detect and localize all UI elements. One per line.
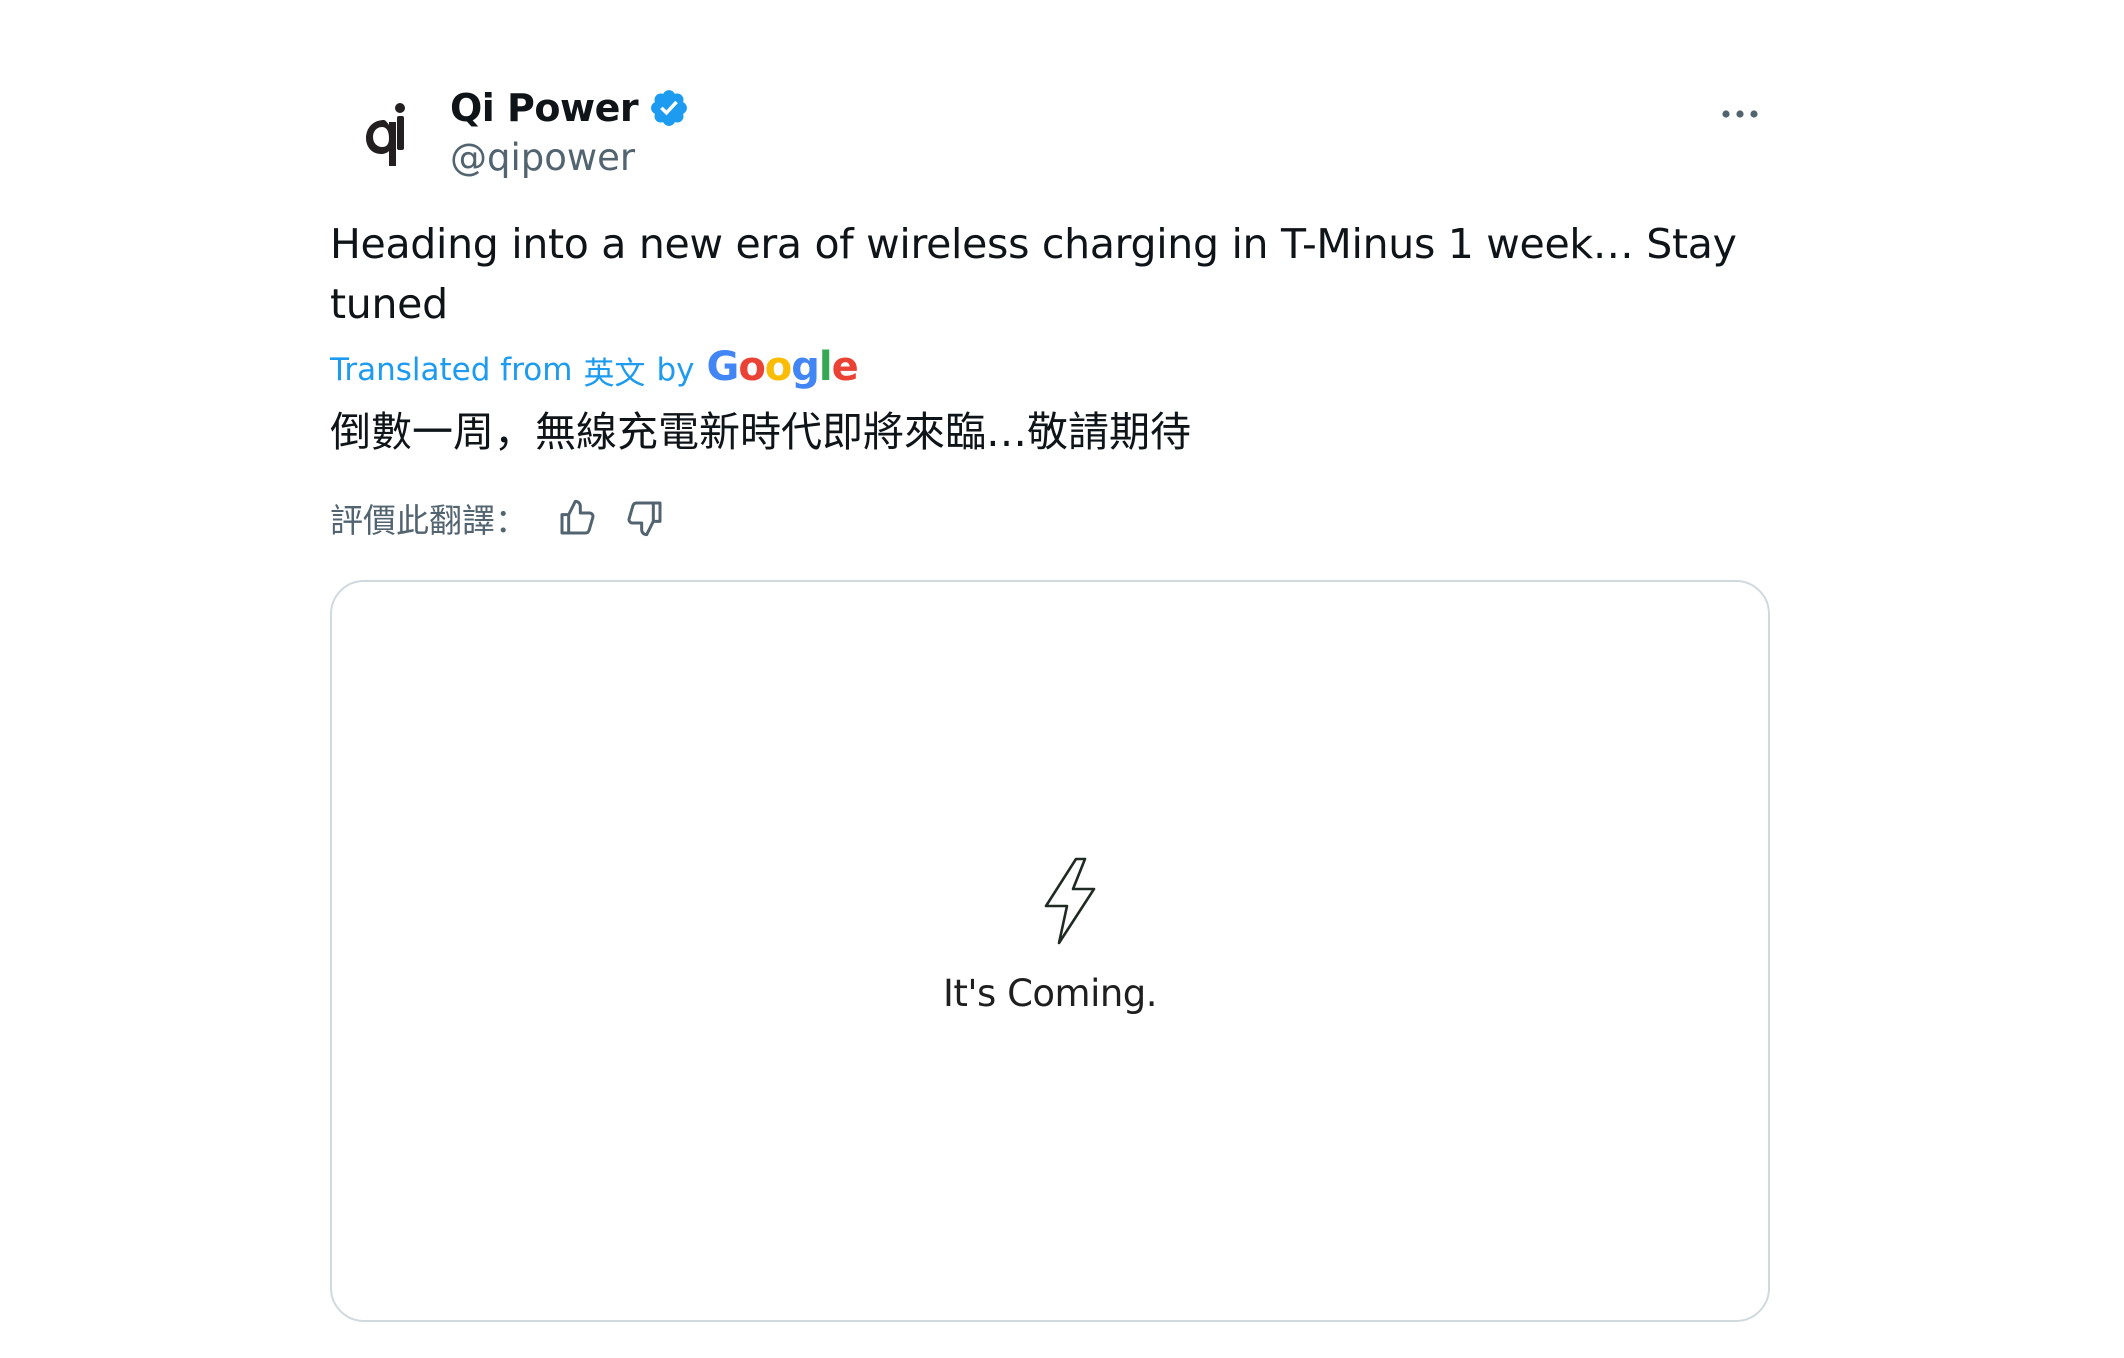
more-horizontal-icon [1722,110,1758,118]
qi-logo-icon [366,103,405,166]
google-logo: Google [706,344,858,390]
avatar[interactable] [346,96,422,172]
translated-text: 倒數一周，無線充電新時代即將來臨…敬請期待 [330,408,1191,456]
thumbs-up-button[interactable] [552,493,602,543]
thumbs-down-icon [627,501,662,537]
page: Qi Power @qipower Heading into a new era… [0,0,2124,1358]
more-options-button[interactable] [1712,86,1768,142]
display-name[interactable]: Qi Power [450,86,639,130]
translated-from-label: Translated from [330,352,573,388]
tweet-text: Heading into a new era of wireless charg… [330,220,1737,328]
translated-by-link[interactable]: Translated from 英文 by Google [330,344,859,394]
media-caption: It's Coming. [942,972,1158,1015]
rate-translation-label: 評價此翻譯： [330,501,528,540]
thumbs-up-icon [560,499,595,535]
translated-by-label: by [656,352,695,388]
verified-badge-icon [651,90,688,126]
rate-translation-row: 評價此翻譯： [330,490,670,546]
user-handle[interactable]: @qipower [450,136,635,179]
thumbs-down-button[interactable] [620,493,670,543]
tweet-header: Qi Power @qipower [330,72,1768,192]
source-language: 英文 [583,355,646,392]
display-name-row[interactable]: Qi Power [450,82,690,134]
lightning-bolt-icon [1040,856,1100,946]
media-card[interactable]: It's Coming. [330,580,1770,1322]
